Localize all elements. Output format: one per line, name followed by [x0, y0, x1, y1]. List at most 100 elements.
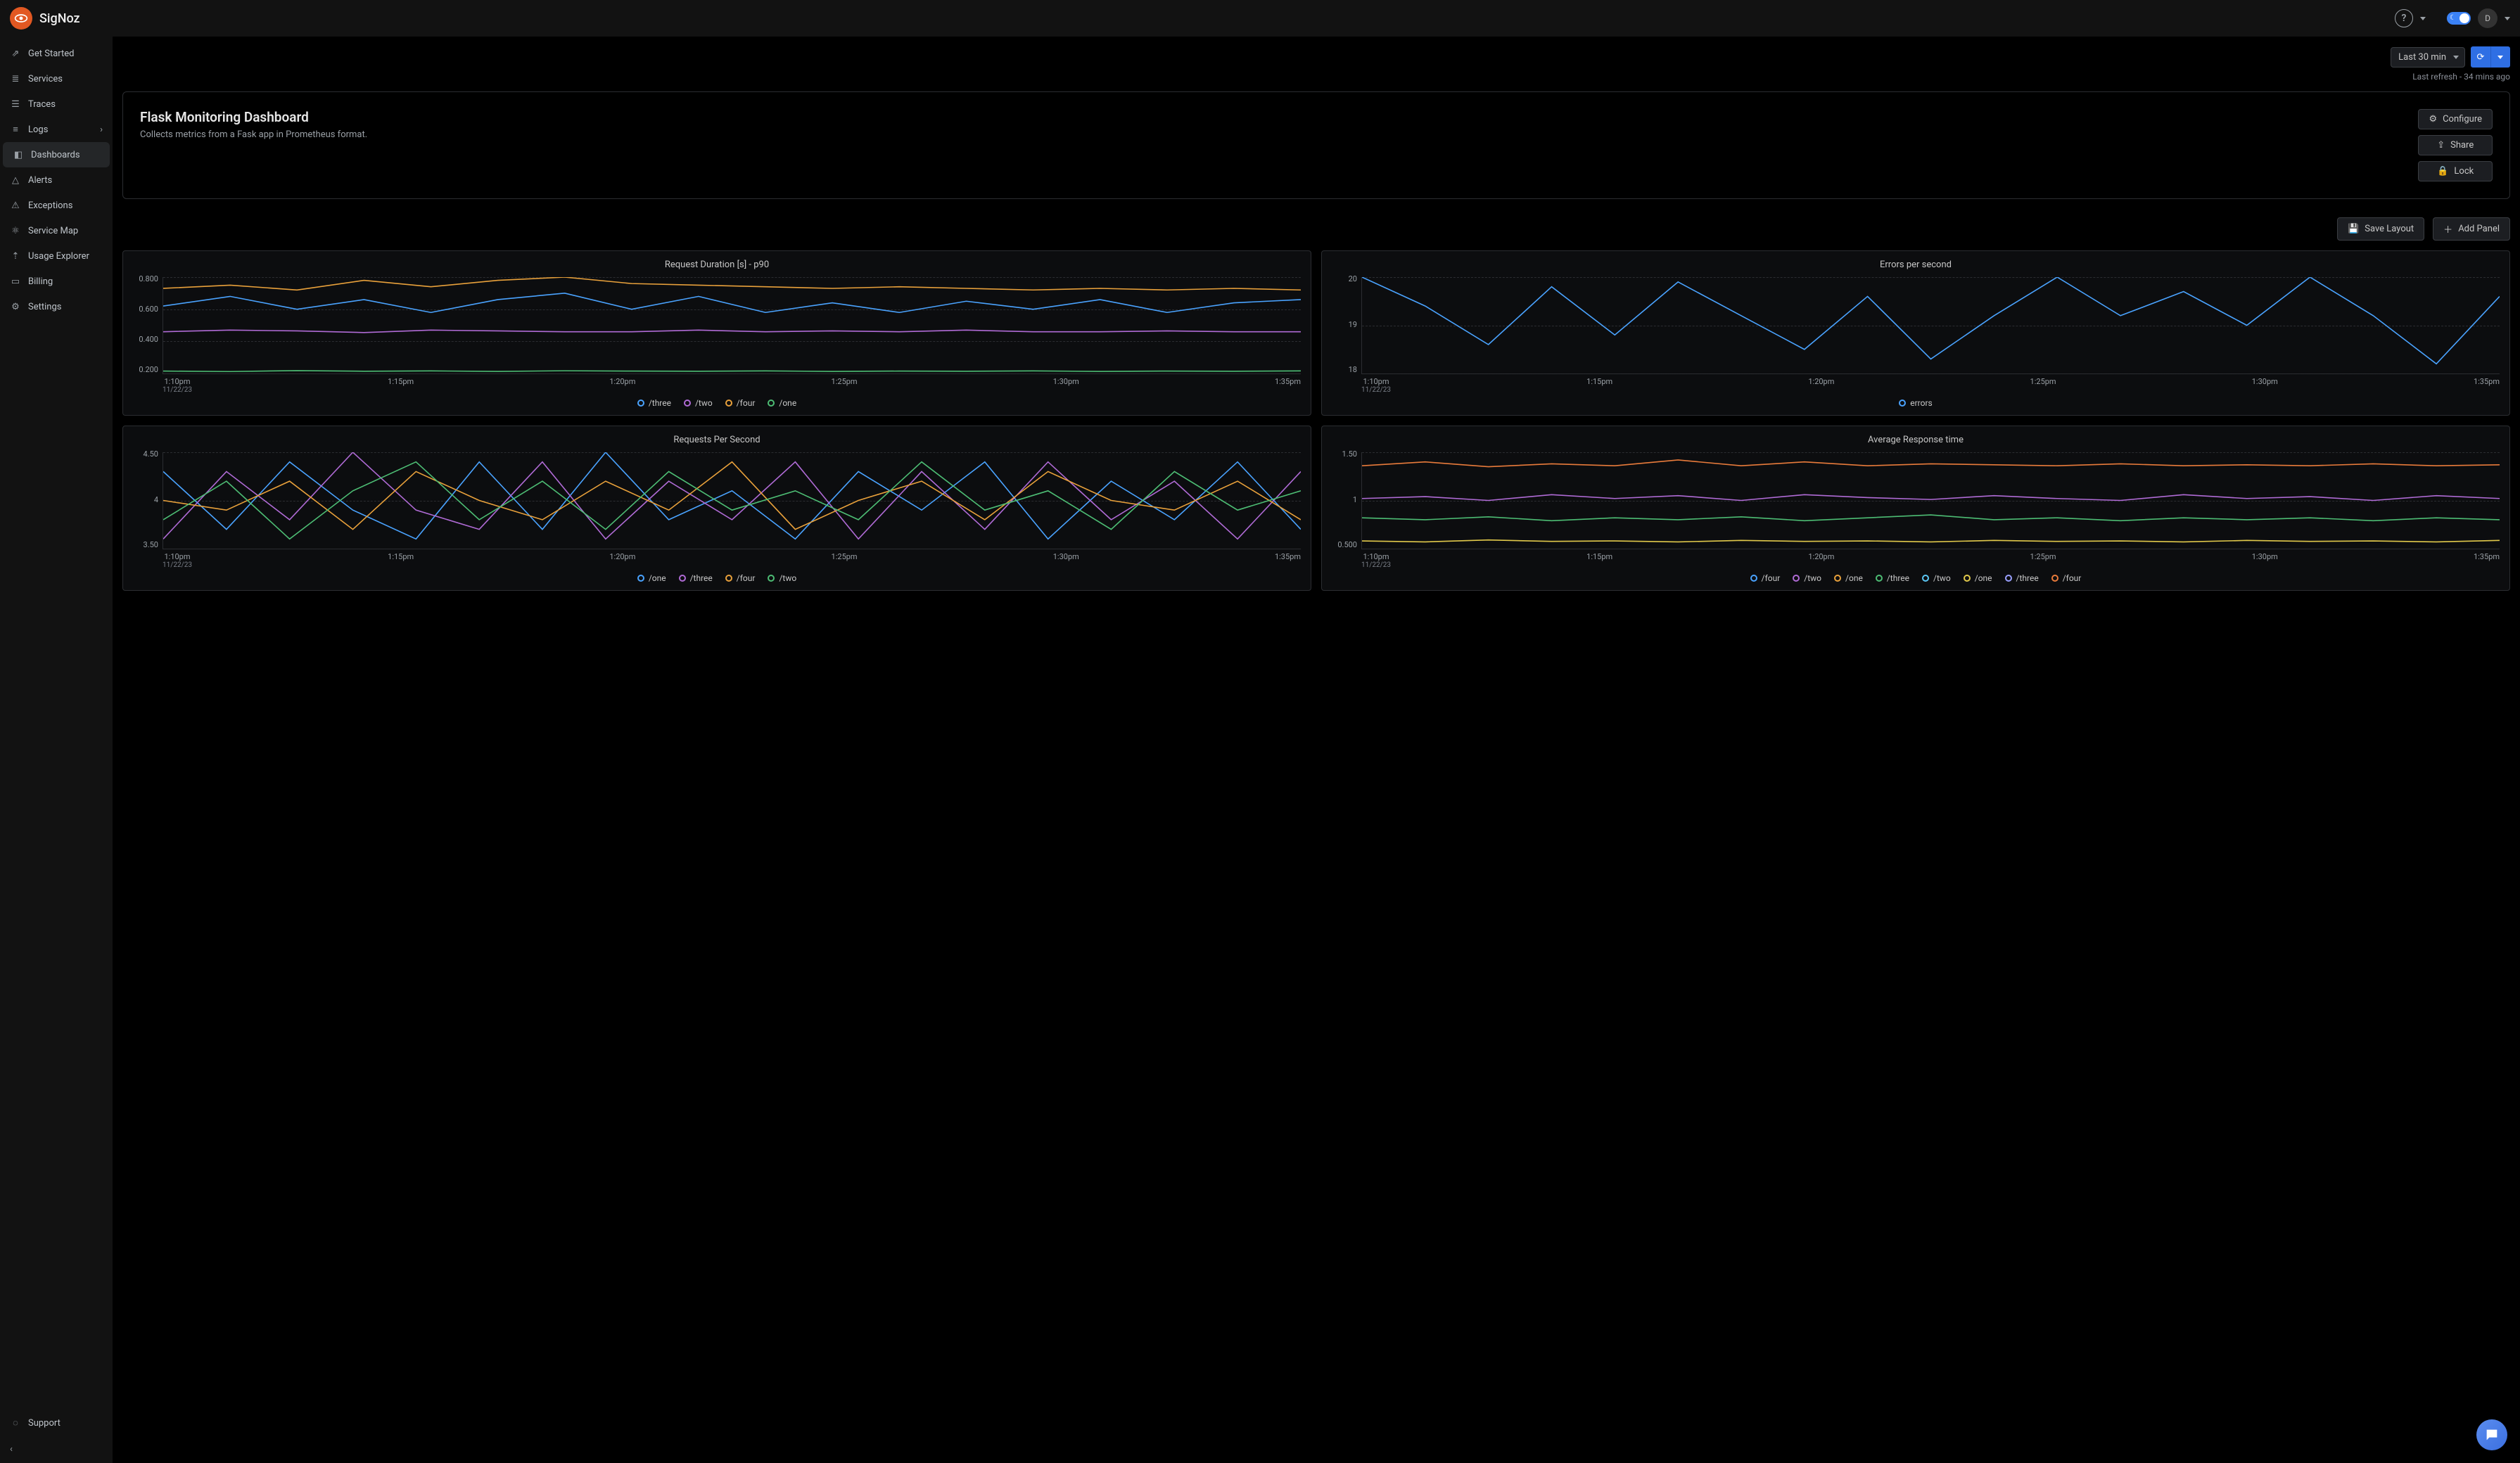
legend-item[interactable]: errors: [1899, 398, 1932, 408]
add-panel-button[interactable]: ＋ Add Panel: [2433, 217, 2510, 241]
bell-icon: △: [10, 174, 21, 186]
list-icon: ☰: [10, 98, 21, 110]
brand-logo[interactable]: [10, 7, 32, 30]
sidebar-item-get-started[interactable]: ⇗ Get Started: [0, 41, 113, 66]
lock-button[interactable]: 🔒 Lock: [2418, 161, 2493, 181]
x-tick-label: 1:30pm: [1053, 552, 1079, 569]
button-label: Share: [2450, 140, 2474, 151]
intercom-launcher[interactable]: [2476, 1419, 2507, 1450]
legend-item[interactable]: /three: [2005, 573, 2039, 583]
y-tick-label: 20: [1329, 274, 1357, 283]
panel-title: Average Response time: [1328, 435, 2504, 445]
sidebar-item-dashboards[interactable]: ◧ Dashboards: [3, 142, 110, 167]
sidebar-item-label: Billing: [28, 276, 53, 287]
x-tick-label: 1:35pm: [1275, 377, 1301, 394]
legend-item[interactable]: /two: [684, 398, 713, 408]
time-range-select[interactable]: Last 30 min: [2391, 47, 2465, 68]
legend-label: /one: [779, 398, 796, 408]
chevron-left-icon: ‹: [10, 1444, 13, 1455]
configure-button[interactable]: ⚙ Configure: [2418, 109, 2493, 129]
y-tick-label: 0.500: [1329, 540, 1357, 549]
chevron-right-icon: ›: [100, 124, 103, 135]
legend-swatch-icon: [1834, 575, 1841, 582]
legend-item[interactable]: /two: [768, 573, 796, 583]
bars-icon: ≣: [10, 73, 21, 84]
legend-item[interactable]: /two: [1922, 573, 1951, 583]
legend-item[interactable]: /three: [637, 398, 671, 408]
refresh-button[interactable]: ⟳: [2471, 46, 2490, 68]
help-menu-caret-icon[interactable]: [2420, 17, 2426, 20]
legend-item[interactable]: /three: [679, 573, 713, 583]
x-date-label: 11/22/23: [1361, 386, 1391, 394]
legend-item[interactable]: /one: [637, 573, 666, 583]
legend-item[interactable]: /four: [2051, 573, 2082, 583]
y-tick-label: 0.800: [130, 274, 158, 283]
chart-icon: ⇡: [10, 250, 21, 262]
plot-area[interactable]: [1361, 452, 2500, 549]
chevron-down-icon: [2497, 56, 2503, 59]
share-icon: ⇪: [2437, 140, 2445, 151]
sidebar-item-usage-explorer[interactable]: ⇡ Usage Explorer: [0, 243, 113, 269]
refresh-interval-button[interactable]: [2490, 46, 2510, 68]
sidebar-item-settings[interactable]: ⚙ Settings: [0, 294, 113, 319]
legend-item[interactable]: /one: [1964, 573, 1992, 583]
legend-swatch-icon: [725, 575, 732, 582]
legend-label: /four: [1762, 573, 1781, 583]
sidebar-item-label: Services: [28, 74, 63, 84]
x-tick-label: 1:20pm: [609, 552, 635, 569]
x-date-label: 11/22/23: [163, 386, 192, 394]
theme-toggle[interactable]: ☾: [2447, 12, 2471, 25]
plot-area[interactable]: [1361, 277, 2500, 374]
share-button[interactable]: ⇪ Share: [2418, 135, 2493, 155]
legend-item[interactable]: /one: [1834, 573, 1863, 583]
legend-swatch-icon: [1750, 575, 1757, 582]
plot-area[interactable]: [163, 277, 1301, 374]
dashboard-subtitle: Collects metrics from a Fask app in Prom…: [140, 129, 367, 140]
legend-swatch-icon: [684, 400, 691, 407]
y-tick-label: 1: [1329, 495, 1357, 504]
user-menu-caret-icon[interactable]: [2505, 17, 2510, 20]
x-tick-label: 1:20pm: [1808, 552, 1834, 569]
legend-label: /one: [649, 573, 666, 583]
button-label: Configure: [2443, 114, 2482, 124]
legend-label: /four: [2063, 573, 2082, 583]
sidebar-item-label: Usage Explorer: [28, 251, 89, 262]
legend-item[interactable]: /four: [725, 573, 756, 583]
plot-area[interactable]: [163, 452, 1301, 549]
sidebar-item-services[interactable]: ≣ Services: [0, 66, 113, 91]
sidebar-item-service-map[interactable]: ⚛ Service Map: [0, 218, 113, 243]
support-icon: ◌: [10, 1417, 21, 1429]
warning-icon: ⚠: [10, 200, 21, 211]
sidebar-item-alerts[interactable]: △ Alerts: [0, 167, 113, 193]
legend-label: /one: [1975, 573, 1992, 583]
sidebar-item-logs[interactable]: ≡ Logs ›: [0, 117, 113, 142]
legend-item[interactable]: /one: [768, 398, 796, 408]
legend-swatch-icon: [1793, 575, 1800, 582]
dashboard-title: Flask Monitoring Dashboard: [140, 109, 367, 125]
save-layout-button[interactable]: 💾 Save Layout: [2337, 217, 2424, 241]
sidebar-item-billing[interactable]: ▭ Billing: [0, 269, 113, 294]
graph-icon: ⚛: [10, 225, 21, 236]
legend-swatch-icon: [1964, 575, 1971, 582]
y-axis: 0.8000.6000.4000.200: [130, 274, 163, 374]
legend-swatch-icon: [768, 575, 775, 582]
x-tick-label: 1:35pm: [1275, 552, 1301, 569]
legend-item[interactable]: /four: [725, 398, 756, 408]
sidebar-item-label: Support: [28, 1418, 61, 1429]
sidebar-item-support[interactable]: ◌ Support: [0, 1410, 113, 1436]
x-tick-label: 1:15pm: [388, 552, 414, 569]
legend-item[interactable]: /two: [1793, 573, 1821, 583]
chart-panel: Errors per second2019181:10pm11/22/231:1…: [1321, 250, 2510, 416]
x-tick-label: 1:10pm11/22/23: [1361, 552, 1391, 569]
avatar[interactable]: D: [2478, 8, 2497, 28]
sidebar-collapse-button[interactable]: ‹: [0, 1436, 113, 1463]
legend-label: /four: [737, 573, 756, 583]
sidebar-item-exceptions[interactable]: ⚠ Exceptions: [0, 193, 113, 218]
legend-item[interactable]: /three: [1876, 573, 1909, 583]
sidebar-item-traces[interactable]: ☰ Traces: [0, 91, 113, 117]
help-icon[interactable]: ?: [2395, 9, 2413, 27]
chart-legend: errors: [1328, 398, 2504, 408]
y-tick-label: 1.50: [1329, 449, 1357, 459]
time-range-label: Last 30 min: [2398, 52, 2446, 63]
legend-item[interactable]: /four: [1750, 573, 1781, 583]
